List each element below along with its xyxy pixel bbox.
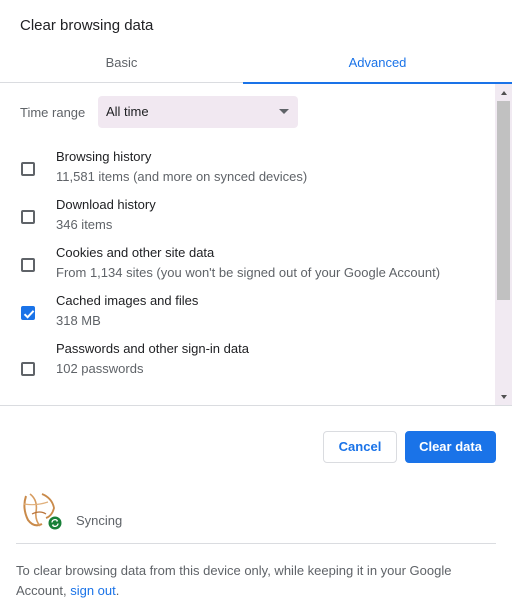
chevron-down-icon xyxy=(279,109,289,114)
scrollbar[interactable] xyxy=(495,84,512,405)
time-range-row: Time range All time xyxy=(20,96,298,128)
option-browsing-history: Browsing history 11,581 items (and more … xyxy=(20,149,490,189)
time-range-label: Time range xyxy=(20,104,86,120)
option-title: Cached images and files xyxy=(56,293,199,308)
sign-out-link[interactable]: sign out xyxy=(70,583,116,598)
tab-advanced-label: Advanced xyxy=(348,55,407,70)
browsing-history-checkbox[interactable] xyxy=(21,162,35,176)
scrollbar-thumb[interactable] xyxy=(497,101,510,300)
scroll-down-arrow-icon[interactable] xyxy=(501,395,507,399)
time-range-value: All time xyxy=(106,104,149,119)
tab-advanced[interactable]: Advanced xyxy=(243,42,512,84)
options-scroll-area[interactable]: Time range All time Browsing history 11,… xyxy=(0,84,512,406)
option-subtitle: 318 MB xyxy=(56,313,101,328)
option-passwords: Passwords and other sign-in data 102 pas… xyxy=(20,341,490,381)
option-download-history: Download history 346 items xyxy=(20,197,490,237)
time-range-select[interactable]: All time xyxy=(98,96,298,128)
cookies-checkbox[interactable] xyxy=(21,258,35,272)
dialog-title: Clear browsing data xyxy=(20,17,154,34)
cancel-button[interactable]: Cancel xyxy=(323,431,397,463)
cached-images-checkbox[interactable] xyxy=(21,306,35,320)
option-subtitle: 346 items xyxy=(56,217,113,232)
option-subtitle: 11,581 items (and more on synced devices… xyxy=(56,169,308,184)
option-title: Browsing history xyxy=(56,149,152,164)
tab-basic[interactable]: Basic xyxy=(0,42,243,83)
sync-badge-icon xyxy=(47,515,62,531)
footer-end: . xyxy=(115,583,120,598)
footer-note: To clear browsing data from this device … xyxy=(16,561,486,601)
option-subtitle: From 1,134 sites (you won't be signed ou… xyxy=(56,265,441,280)
option-title: Download history xyxy=(56,197,156,212)
checkmark-icon xyxy=(23,310,35,319)
clear-data-button[interactable]: Clear data xyxy=(405,431,496,463)
divider xyxy=(16,543,496,544)
avatar xyxy=(23,493,62,531)
option-title: Passwords and other sign-in data xyxy=(56,341,249,356)
option-cached-images: Cached images and files 318 MB xyxy=(20,293,490,333)
sync-status-row: Syncing xyxy=(16,490,496,532)
sync-status-label: Syncing xyxy=(76,513,123,528)
download-history-checkbox[interactable] xyxy=(21,210,35,224)
tab-bar: Basic Advanced xyxy=(0,42,512,84)
option-subtitle: 102 passwords xyxy=(56,361,144,376)
option-title: Cookies and other site data xyxy=(56,245,215,260)
option-cookies: Cookies and other site data From 1,134 s… xyxy=(20,245,490,285)
scroll-up-arrow-icon[interactable] xyxy=(501,91,507,95)
passwords-checkbox[interactable] xyxy=(21,362,35,376)
